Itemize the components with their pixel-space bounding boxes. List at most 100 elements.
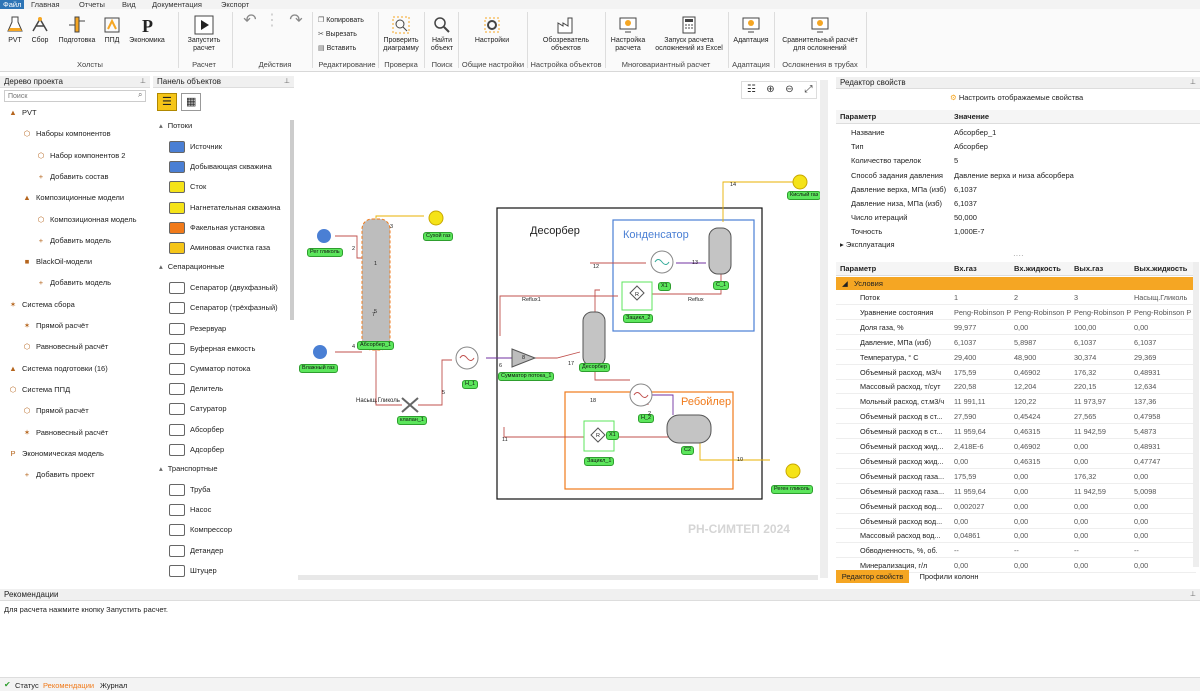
status-tab[interactable]: Статус [15,681,39,690]
tree-search-input[interactable] [4,90,146,102]
add-project-node[interactable]: + Добавить проект [22,470,95,479]
object-sep-2[interactable]: Резервуар [169,322,226,335]
podgotovka-button[interactable]: Подготовка [56,15,98,45]
menu-view[interactable]: Вид [122,0,136,9]
ppd-button[interactable]: ППД [101,15,123,45]
comp-models-node[interactable]: ▲ Композиционные модели [22,193,124,202]
grid-row[interactable]: Обводненность, %, об. -- -- -- -- [836,543,1196,559]
prop-row[interactable]: Способ задания давления Давление верха и … [836,169,1196,183]
settings-button[interactable]: Настройки [470,15,514,45]
prop-row[interactable]: Количество тарелок 5 [836,154,1196,168]
tag-desorber[interactable]: Десорбер [579,363,610,372]
tag-wet-gas[interactable]: Влажный газ [299,364,338,373]
menu-home[interactable]: Главная [31,0,60,9]
object-sep-3[interactable]: Буферная емкость [169,342,255,355]
prop-row[interactable]: Тип Абсорбер [836,140,1196,154]
object-flows-0[interactable]: Источник [169,141,222,153]
tag-x1[interactable]: X1 [658,282,671,291]
calc-setup-button[interactable]: Настройка расчета [608,15,648,53]
tag-regen-glycol[interactable]: Реген гликоль [771,485,813,494]
object-sep-7[interactable]: Абсорбер [169,423,224,436]
direct-calc-node[interactable]: ✶ Прямой расчёт [22,321,89,330]
ekonomika-button[interactable]: P Экономика [126,15,168,45]
object-sep-6[interactable]: Сатуратор [169,403,227,416]
comp-model-node[interactable]: ⬡ Композиционная модель [36,215,137,224]
grid-row[interactable]: Мольный расход, ст.м3/ч 11 991,11 120,22 11… [836,394,1196,410]
grid-row[interactable]: Объемный расход, м3/ч 175,59 0,46902 176,32… [836,365,1196,380]
c2-vessel[interactable] [666,414,712,444]
component-sets-node[interactable]: ⬡ Наборы компонентов [22,129,111,138]
tag-zacikl2[interactable]: Зацикл_2 [623,314,654,323]
prop-row[interactable]: Давление низа, МПа (изб) 6,1037 [836,197,1196,211]
tag-absorber[interactable]: Абсорбер_1 [357,341,395,350]
pin-icon[interactable]: ⊥ [1190,589,1196,601]
sink-sour-gas[interactable] [792,174,808,190]
object-flows-2[interactable]: Сток [169,181,206,194]
splitter-icon[interactable]: ···· [1013,251,1024,260]
c1-vessel[interactable] [708,227,732,275]
tab-props[interactable]: Редактор свойств [836,570,909,583]
grid-row[interactable]: Поток 1 2 3 Насыщ.Гликоль [836,290,1196,305]
compare-button[interactable]: Сравнительный расчёт для осложнений [777,15,863,53]
pin-icon[interactable]: ⊥ [284,76,290,88]
menu-reports[interactable]: Отчеты [79,0,105,9]
check-button[interactable]: Проверить диаграмму [381,15,421,53]
configure-props-link[interactable]: ⚙ Настроить отображаемые свойства [950,93,1083,102]
object-trans-4[interactable]: Штуцер [169,564,217,577]
grid-row[interactable]: Давление, МПа (изб) 6,1037 5,8987 6,1037 6,1… [836,335,1196,350]
object-flows-1[interactable]: Добывающая скважина [169,161,272,174]
paste-button[interactable]: ▤ Вставить [318,45,378,53]
object-sep-5[interactable]: Делитель [169,383,223,396]
component-set-node[interactable]: ⬡ Набор компонентов 2 [36,151,126,160]
tab-profiles[interactable]: Профили колонн [914,570,984,583]
object-flows-4[interactable]: Факельная установка [169,221,265,234]
list-view-button[interactable]: ☰ [157,93,177,111]
prop-row[interactable]: Число итераций 50,000 [836,211,1196,225]
object-flows-5[interactable]: Аминовая очистка газа [169,242,270,254]
cut-button[interactable]: ✂ Вырезать [318,31,378,39]
pvt-node[interactable]: ▲ PVT [8,108,36,117]
prop-row[interactable]: Точность 1,000E-7 [836,225,1196,239]
object-trans-0[interactable]: Труба [169,484,210,496]
canvas-v-scrollbar[interactable] [820,80,828,578]
source-reg-glycol[interactable] [317,229,331,243]
redo-icon[interactable]: ↷ [286,13,306,29]
grid-row[interactable]: Массовый расход вод... 0,04861 0,00 0,00 0,0… [836,528,1196,544]
tag-x1b[interactable]: X1 [606,431,619,440]
grid-row[interactable]: Объемный расход жид... 0,00 0,46315 0,00 0,4… [836,454,1196,469]
conditions-row[interactable]: ◢ Условия [836,277,1196,290]
object-flows-3[interactable]: Нагнетательная скважина [169,201,280,214]
pin-icon[interactable]: ⊥ [140,76,146,88]
find-button[interactable]: Найти объект [427,15,457,53]
object-sep-1[interactable]: Сепаратор (трёхфазный) [169,302,278,315]
equilibrium-calc-node[interactable]: ⬡ Равновесный расчёт [22,342,109,351]
grid-row[interactable]: Массовый расход, т/сут 220,58 12,204 220,15… [836,379,1196,395]
exploit-row[interactable]: ▸ Эксплуатация [840,240,895,249]
pin-icon[interactable]: ⊥ [1190,77,1196,89]
ppd-system-node[interactable]: ⬡ Система ППД [8,385,70,394]
grid-row[interactable]: Температура, ° С 29,400 48,900 30,374 29,369 [836,350,1196,365]
economic-model-node[interactable]: P Экономическая модель [8,449,103,458]
grid-view-button[interactable]: ▦ [181,93,201,111]
objects-scrollbar[interactable] [290,120,294,320]
prep-system-node[interactable]: ▲ Система подготовки (16) [8,364,107,373]
tag-summator[interactable]: Сумматор потока_1 [498,372,555,381]
recs-tab[interactable]: Рекомендации [43,681,94,690]
menu-docs[interactable]: Документация [152,0,202,9]
ppd-equilibrium-node[interactable]: ✶ Равновесный расчёт [22,428,109,437]
ppd-direct-node[interactable]: ⬡ Прямой расчёт [22,406,89,415]
grid-row[interactable]: Объемный расход в ст... 11 959,64 0,46315 1… [836,424,1196,440]
prop-row[interactable]: Название Абсорбер_1 [836,126,1196,140]
add-model-node[interactable]: + Добавить модель [36,236,111,245]
tag-reg-glycol[interactable]: Рег гликоль [307,248,343,257]
section-separation[interactable]: Сепарационные [159,262,225,271]
sink-dry-gas[interactable] [428,210,444,226]
sbor-button[interactable]: Сбор [29,15,51,45]
object-sep-0[interactable]: Сепаратор (двухфазный) [169,282,278,295]
tag-valve[interactable]: клапан_1 [397,416,427,425]
absorber-vessel[interactable] [361,218,391,351]
object-sep-4[interactable]: Сумматор потока [169,363,250,375]
object-trans-1[interactable]: Насос [169,504,211,517]
gathering-system-node[interactable]: ✶ Система сбора [8,300,75,309]
tag-sour-gas[interactable]: Кислый газ [787,191,822,200]
